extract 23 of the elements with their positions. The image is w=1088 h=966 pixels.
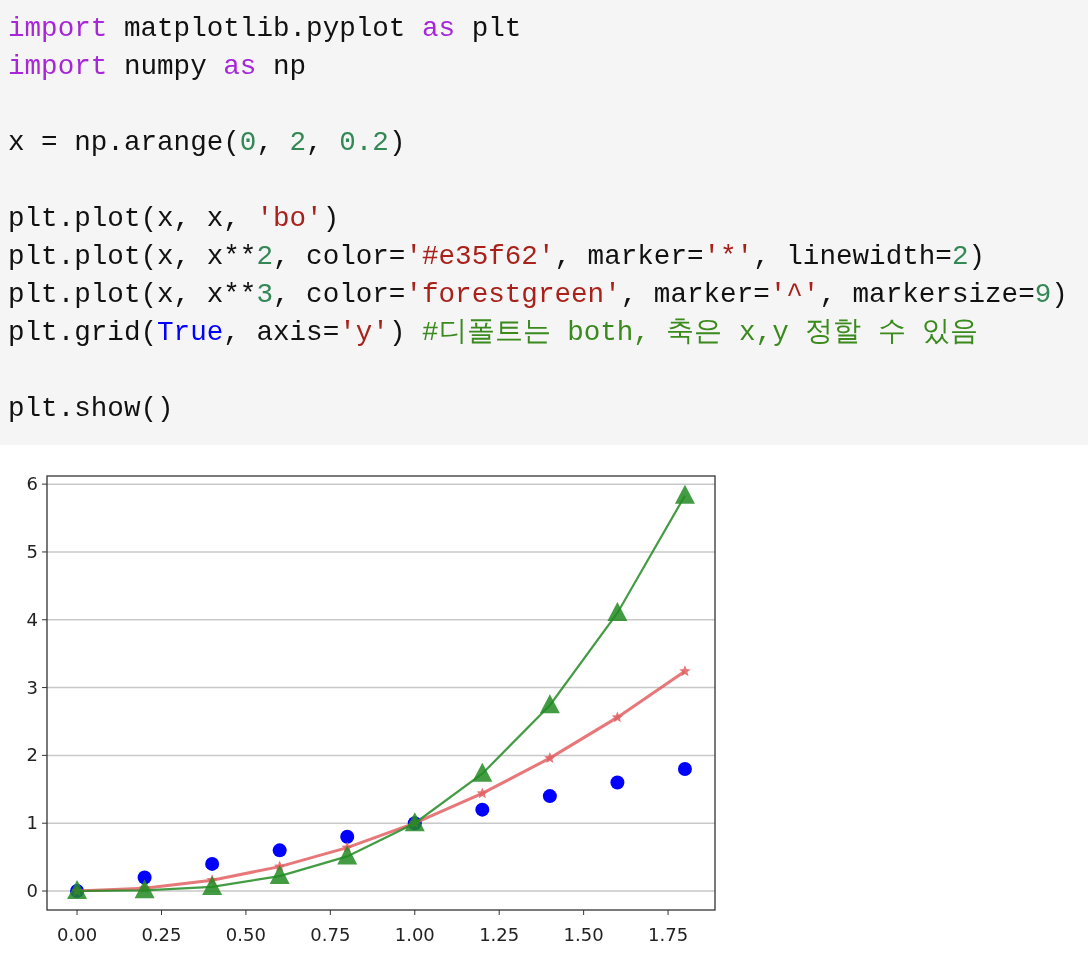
y-tick-label: 5	[26, 540, 38, 562]
x-tick-label: 1.75	[648, 924, 689, 945]
y-tick-label: 2	[26, 744, 38, 766]
x-tick-label: 1.25	[479, 924, 520, 945]
x-tick-label: 1.50	[563, 924, 604, 945]
x-tick-label: 0.00	[57, 924, 98, 945]
code-line: plt.plot(x, x**3, color='forestgreen', marker='^', markersize=9)	[8, 278, 1069, 312]
code-line: plt.show()	[8, 392, 175, 426]
code-line: import numpy as np	[8, 50, 308, 84]
y-tick-label: 3	[26, 676, 38, 698]
y-tick-label: 4	[26, 608, 38, 630]
x-tick-label: 0.25	[141, 924, 182, 945]
x-tick-label: 0.50	[225, 924, 266, 945]
code-line: plt.grid(True, axis='y') #디폴트는 both, 축은 x,y 정할 수 있음	[8, 316, 980, 350]
x-tick-label: 1.00	[394, 924, 435, 945]
x-tick-label: 0.75	[310, 924, 351, 945]
code-line: x = np.arange(0, 2, 0.2)	[8, 126, 407, 160]
y-tick-label: 6	[26, 473, 38, 495]
code-line: import matplotlib.pyplot as plt	[8, 12, 523, 46]
y-tick-label: 1	[26, 812, 38, 834]
code-line: plt.plot(x, x, 'bo')	[8, 202, 341, 236]
code-line: plt.plot(x, x**2, color='#e35f62', marker='*', linewidth=2)	[8, 240, 987, 274]
y-tick-label: 0	[26, 880, 38, 901]
